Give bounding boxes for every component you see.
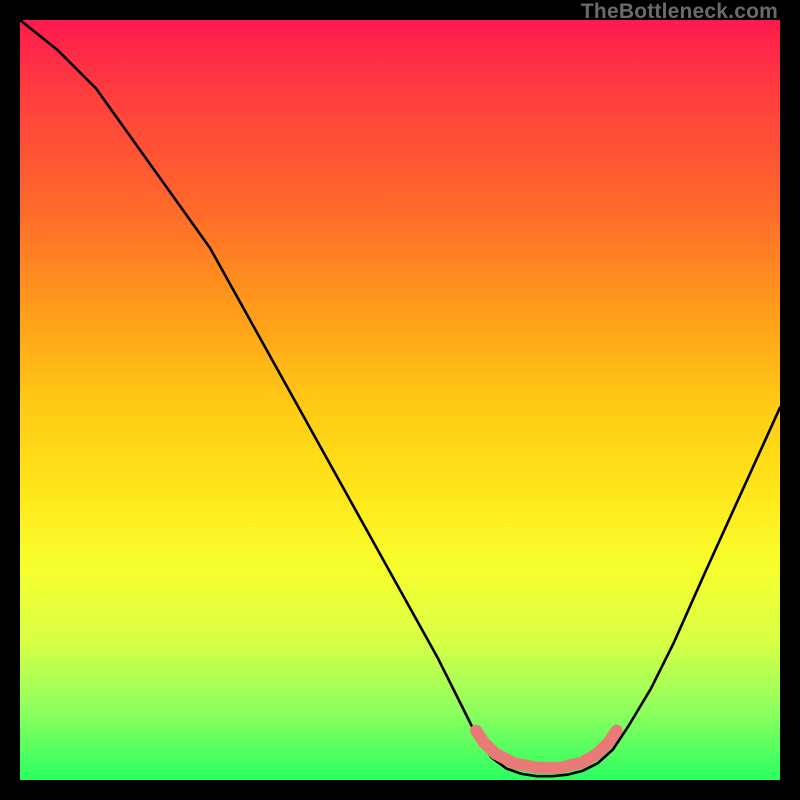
chart-svg: [20, 20, 780, 780]
chart-frame: TheBottleneck.com: [0, 0, 800, 800]
watermark-text: TheBottleneck.com: [581, 0, 778, 24]
chart-plot-area: [20, 20, 780, 780]
chart-line: [20, 20, 780, 776]
